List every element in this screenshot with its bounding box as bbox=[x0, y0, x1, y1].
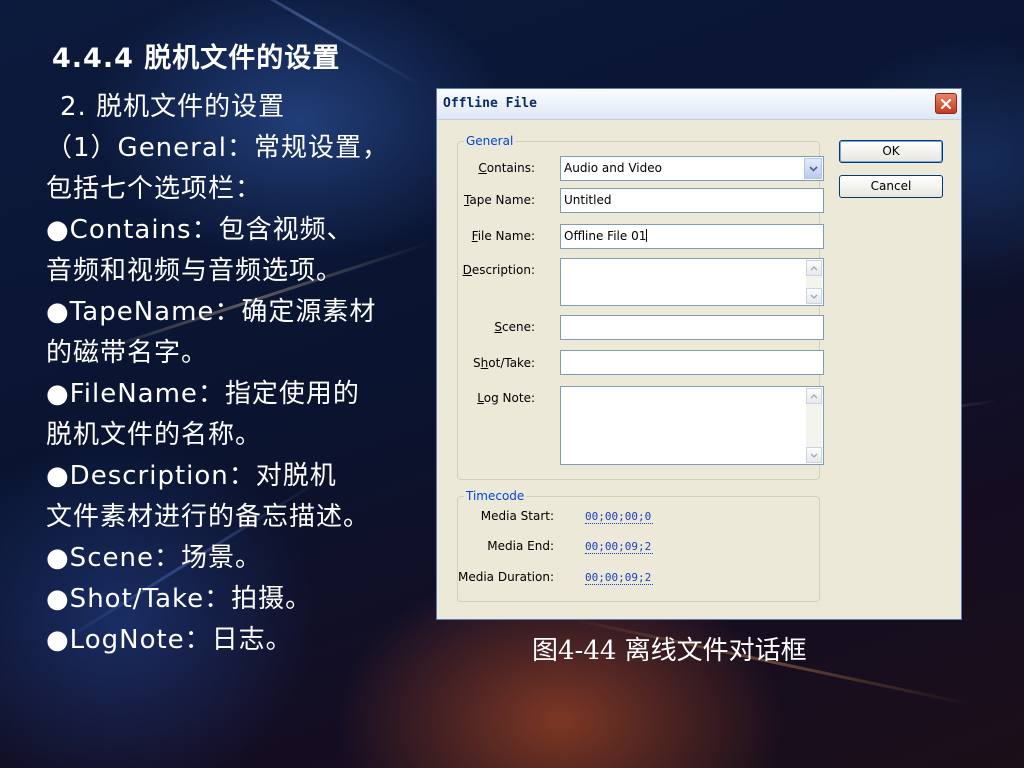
tape-name-input[interactable]: Untitled bbox=[560, 188, 824, 213]
text-line: 文件素材进行的备忘描述。 bbox=[46, 502, 371, 532]
media-end-value[interactable]: 00;00;09;2 bbox=[585, 540, 653, 554]
log-note-textarea[interactable] bbox=[560, 386, 824, 465]
description-scrollbar[interactable] bbox=[806, 260, 822, 304]
slide-title: 4.4.4 脱机文件的设置 bbox=[52, 43, 341, 74]
dropdown-button[interactable] bbox=[804, 158, 822, 179]
close-button[interactable] bbox=[935, 93, 957, 114]
bullet-item: ●Shot/Take：拍摄。 bbox=[46, 584, 313, 614]
offline-file-dialog: Offline File General Contains: Audio and… bbox=[436, 88, 962, 620]
general-group: General Contains: Audio and Video Tape N… bbox=[457, 134, 824, 480]
bullet-item: ●TapeName：确定源素材 bbox=[46, 297, 377, 327]
contains-label: Contains: bbox=[478, 161, 535, 175]
cancel-button[interactable]: Cancel bbox=[839, 175, 943, 198]
tape-name-label: Tape Name: bbox=[464, 193, 535, 207]
general-legend: General bbox=[464, 134, 516, 148]
bullet-item: ●LogNote：日志。 bbox=[46, 625, 293, 655]
file-name-value: Offline File 01 bbox=[564, 229, 647, 243]
scroll-up-button[interactable] bbox=[806, 388, 822, 404]
text-line: 2. 脱机文件的设置 bbox=[60, 92, 286, 122]
log-note-label: Log Note: bbox=[477, 391, 535, 405]
media-duration-label: Media Duration: bbox=[457, 570, 554, 584]
description-textarea[interactable] bbox=[560, 258, 824, 306]
ok-button[interactable]: OK bbox=[839, 140, 943, 163]
timecode-group: Timecode Media Start: 00;00;00;0 Media E… bbox=[457, 489, 820, 602]
description-label: Description: bbox=[462, 263, 535, 277]
file-name-input[interactable]: Offline File 01 bbox=[560, 224, 824, 249]
text-line: 包括七个选项栏： bbox=[46, 174, 263, 204]
shot-take-label: Shot/Take: bbox=[473, 356, 535, 370]
text-line: 的磁带名字。 bbox=[46, 338, 209, 368]
bullet-text-block: 2. 脱机文件的设置 （1）General：常规设置， 包括七个选项栏： ●Co… bbox=[46, 87, 438, 661]
file-name-label: File Name: bbox=[471, 229, 535, 243]
figure-caption: 图4-44 离线文件对话框 bbox=[532, 636, 807, 666]
media-start-label: Media Start: bbox=[480, 509, 554, 523]
dialog-titlebar[interactable]: Offline File bbox=[437, 89, 961, 120]
text-line: 音频和视频与音频选项。 bbox=[46, 256, 344, 286]
media-duration-value[interactable]: 00;00;09;2 bbox=[585, 571, 653, 585]
text-cursor bbox=[646, 229, 648, 242]
chevron-down-icon bbox=[810, 453, 818, 458]
chevron-up-icon bbox=[810, 393, 818, 398]
scroll-up-button[interactable] bbox=[806, 260, 822, 276]
media-end-label: Media End: bbox=[487, 539, 554, 553]
dialog-title: Offline File bbox=[443, 96, 537, 111]
bullet-item: ●Description：对脱机 bbox=[46, 461, 337, 491]
text-line: （1）General：常规设置， bbox=[46, 133, 390, 163]
media-start-value[interactable]: 00;00;00;0 bbox=[585, 510, 653, 524]
scroll-down-button[interactable] bbox=[806, 288, 822, 304]
bullet-item: ●Contains：包含视频、 bbox=[46, 215, 354, 245]
bullet-item: ●Scene：场景。 bbox=[46, 543, 262, 573]
contains-value: Audio and Video bbox=[564, 161, 662, 175]
bullet-item: ●FileName：指定使用的 bbox=[46, 379, 360, 409]
contains-select[interactable]: Audio and Video bbox=[560, 156, 824, 181]
close-icon bbox=[940, 98, 952, 109]
chevron-down-icon bbox=[808, 165, 818, 172]
chevron-down-icon bbox=[810, 294, 818, 299]
chevron-up-icon bbox=[810, 265, 818, 270]
log-note-scrollbar[interactable] bbox=[806, 388, 822, 463]
shot-take-input[interactable] bbox=[560, 350, 824, 375]
scene-input[interactable] bbox=[560, 315, 824, 340]
timecode-legend: Timecode bbox=[464, 489, 527, 503]
scroll-down-button[interactable] bbox=[806, 447, 822, 463]
scene-label: Scene: bbox=[494, 320, 535, 334]
text-line: 脱机文件的名称。 bbox=[46, 420, 263, 450]
